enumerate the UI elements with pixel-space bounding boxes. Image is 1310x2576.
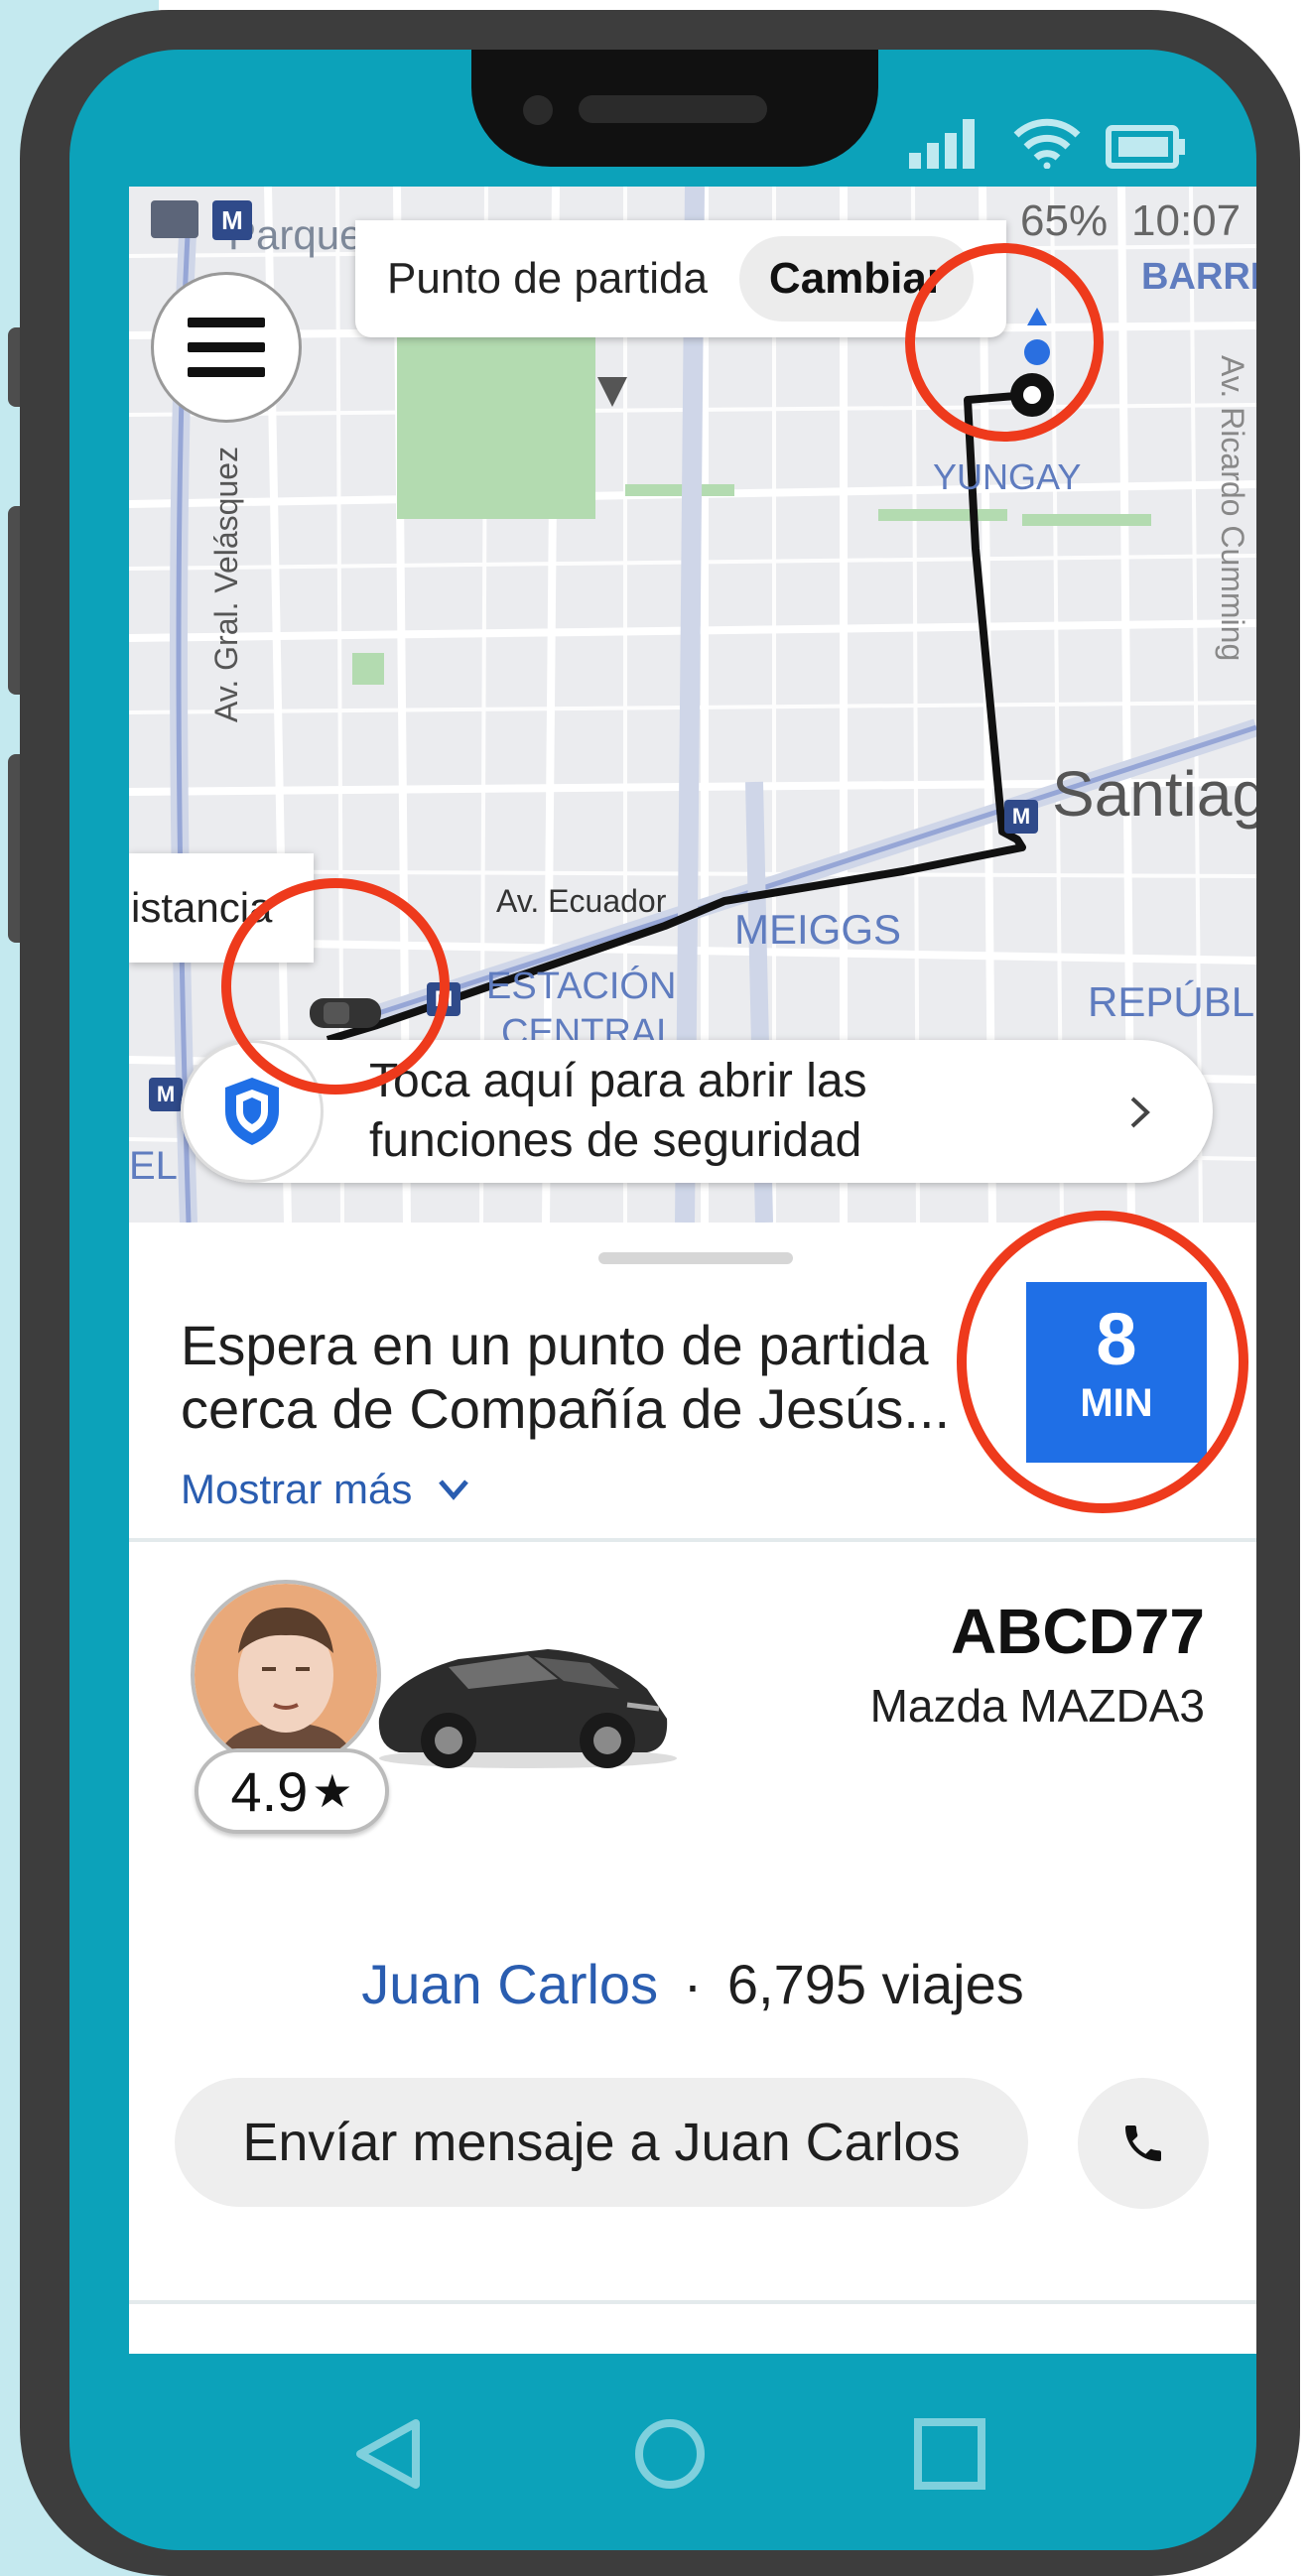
driver-trips: 6,795 viajes: [726, 1953, 1024, 2015]
driver-avatar[interactable]: [191, 1580, 381, 1770]
metro-icon: M: [212, 200, 252, 240]
speaker-grille: [579, 95, 767, 123]
status-bar: [909, 89, 1187, 169]
map-label-republica: REPÚBLICA: [1088, 978, 1256, 1025]
phone-icon: [1125, 2125, 1161, 2161]
map-label-estacion: ESTACIÓN: [486, 966, 677, 1007]
pickup-instructions-line1: Espera en un punto de partida: [181, 1314, 929, 1376]
highlight-circle-destination: [905, 243, 1104, 442]
front-camera: [523, 95, 553, 125]
map-label-barrio: BARRIO: [1141, 256, 1256, 298]
divider: [129, 1538, 1256, 1542]
navigation-bar: [69, 2354, 1256, 2550]
map-status-battery: 65%: [1020, 196, 1109, 245]
safety-banner-line2: funciones de seguridad: [369, 1114, 862, 1167]
map-label-santiago: Santiago: [1052, 758, 1256, 830]
metro-icon: M: [1004, 800, 1038, 834]
driver-info: Juan Carlos · 6,795 viajes: [129, 1952, 1256, 2016]
pickup-instructions: Espera en un punto de partida cerca de C…: [181, 1314, 975, 1441]
chevron-right-icon: [1130, 1096, 1150, 1128]
map-label-meiggs: MEIGGS: [734, 906, 902, 953]
gallery-icon: [151, 200, 198, 238]
separator-dot: ·: [683, 1953, 703, 2015]
driver-rating: 4.9: [230, 1759, 309, 1823]
map-label-el: EL: [129, 1144, 178, 1188]
chevron-down-icon: [439, 1480, 469, 1500]
map-label-ricardo-cumming: Av. Ricardo Cumming: [1215, 355, 1250, 662]
divider: [129, 2300, 1256, 2304]
message-driver-label: Envíar mensaje a Juan Carlos: [242, 2113, 961, 2172]
highlight-circle-car: [221, 878, 450, 1095]
signal-icon: [909, 119, 975, 169]
safety-banner-text: Toca aquí para abrir las funciones de se…: [369, 1052, 867, 1171]
battery-icon: [1106, 125, 1185, 169]
license-plate: ABCD77: [950, 1596, 1205, 1667]
star-icon: ★: [312, 1765, 353, 1817]
wifi-icon: [1013, 118, 1081, 169]
driver-name-link[interactable]: Juan Carlos: [361, 1953, 658, 2015]
home-icon[interactable]: [633, 2417, 707, 2491]
car-model: Mazda MAZDA3: [869, 1680, 1205, 1732]
map-label-ecuador: Av. Ecuador: [496, 883, 667, 919]
shield-icon: [225, 1078, 279, 1145]
pickup-instructions-line2: cerca de Compañía de Jesús...: [181, 1377, 951, 1440]
map-label-yungay: YUNGAY: [933, 456, 1082, 497]
metro-icon: M: [149, 1078, 183, 1111]
recent-apps-icon[interactable]: [913, 2417, 986, 2491]
hamburger-icon: [188, 318, 265, 377]
menu-button[interactable]: [151, 272, 302, 423]
car-image: [378, 1649, 677, 1768]
sheet-drag-handle[interactable]: [598, 1252, 793, 1264]
driver-avatar-image: [195, 1584, 377, 1766]
map-status-time: 10:07: [1131, 196, 1242, 245]
show-more-label: Mostrar más: [181, 1466, 413, 1512]
safety-banner-line1: Toca aquí para abrir las: [369, 1055, 867, 1107]
phone-notch: [471, 50, 878, 167]
back-icon[interactable]: [352, 2417, 422, 2491]
pickup-label: Punto de partida: [387, 254, 708, 303]
highlight-circle-eta: [957, 1211, 1248, 1513]
map-label-gral-velasquez: Av. Gral. Velásquez: [208, 446, 244, 722]
message-driver-button[interactable]: Envíar mensaje a Juan Carlos: [175, 2078, 1028, 2207]
show-more-link[interactable]: Mostrar más: [181, 1466, 469, 1513]
call-driver-button[interactable]: [1078, 2078, 1209, 2209]
